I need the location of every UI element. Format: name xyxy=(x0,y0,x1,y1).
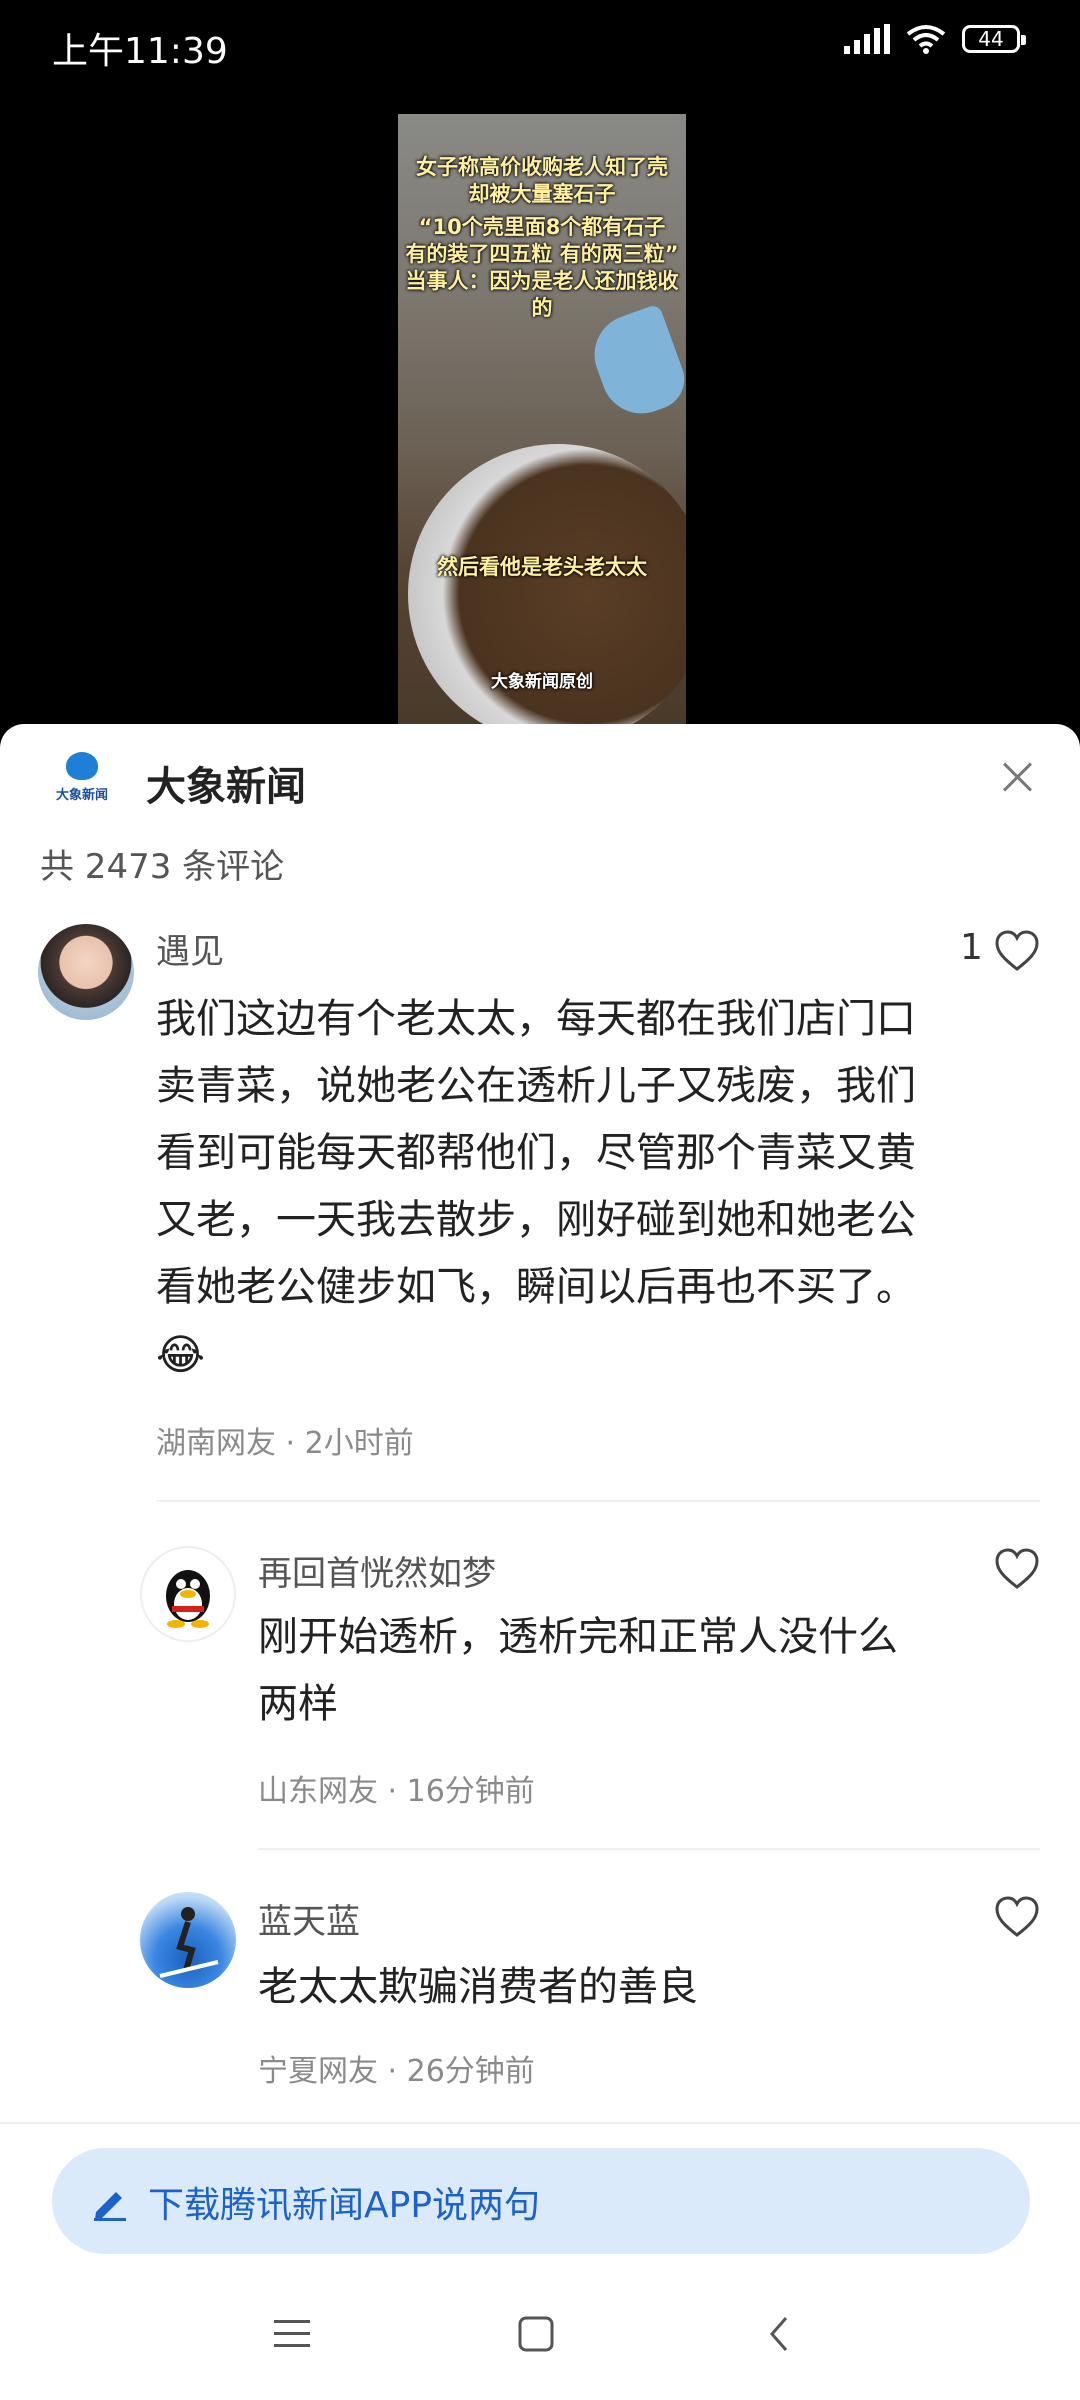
comment-line: 我们这边有个老太太，每天都在我们店门口 xyxy=(156,996,916,1042)
video-caption-line: 却被大量塞石子 xyxy=(468,182,616,206)
battery-level: 44 xyxy=(978,27,1004,51)
reply-text: 老太太欺骗消费者的善良 xyxy=(258,1954,698,2021)
cta-label: 下载腾讯新闻APP说两句 xyxy=(148,2185,541,2226)
comment-line: 卖青菜，说她老公在透析儿子又残废，我们 xyxy=(156,1063,916,1109)
comment-line: 两样 xyxy=(258,1681,338,1727)
comment-input-button[interactable]: 下载腾讯新闻APP说两句 xyxy=(52,2148,1030,2254)
reply-meta: 山东网友 · 16分钟前 xyxy=(258,1774,535,1809)
heart-icon[interactable] xyxy=(994,1896,1040,1938)
video-watermark: 大象新闻原创 xyxy=(491,672,593,692)
divider xyxy=(258,1848,1040,1850)
qq-penguin-icon xyxy=(166,1570,210,1628)
status-bar: 上午11:39 44 xyxy=(0,0,1080,95)
bottom-bar: 下载腾讯新闻APP说两句 xyxy=(0,2122,1080,2400)
pen-icon xyxy=(94,2192,126,2221)
close-icon[interactable] xyxy=(992,752,1042,802)
comment-line: 老太太欺骗消费者的善良 xyxy=(258,1964,698,2010)
comment-username[interactable]: 遇见 xyxy=(156,924,224,973)
video-caption-line: 有的装了四五粒 有的两三粒” xyxy=(405,242,679,266)
menu-icon[interactable] xyxy=(262,2304,322,2364)
video-subtitle: 然后看他是老头老太太 xyxy=(437,555,647,579)
signal-icon xyxy=(844,24,890,54)
heart-icon[interactable] xyxy=(994,930,1040,972)
video-caption-line: “10个壳里面8个都有石子 xyxy=(418,215,666,239)
comment-line: 又老，一天我去散步，刚好碰到她和她老公 xyxy=(156,1197,916,1243)
comment-meta: 湖南网友 · 2小时前 xyxy=(156,1426,414,1461)
battery-icon: 44 xyxy=(962,25,1026,53)
heart-icon[interactable] xyxy=(994,1548,1040,1590)
avatar[interactable] xyxy=(38,924,134,1020)
reply-username[interactable]: 蓝天蓝 xyxy=(258,1894,360,1943)
back-icon[interactable] xyxy=(750,2304,810,2364)
divider xyxy=(0,2122,1080,2124)
video-player[interactable]: 女子称高价收购老人知了壳 却被大量塞石子 “10个壳里面8个都有石子 有的装了四… xyxy=(398,114,686,724)
video-caption-line: 女子称高价收购老人知了壳 xyxy=(416,155,668,179)
avatar[interactable] xyxy=(140,1546,236,1642)
comment-line: 看她老公健步如飞，瞬间以后再也不买了。 xyxy=(156,1264,916,1310)
status-icons: 44 xyxy=(844,24,1026,54)
comment-count: 共 2473 条评论 xyxy=(40,847,285,887)
home-icon[interactable] xyxy=(506,2304,566,2364)
sheet-header: 大象新闻 大象新闻 xyxy=(0,724,1080,834)
like-count: 1 xyxy=(960,927,983,968)
paw-icon xyxy=(66,752,98,780)
divider xyxy=(156,1500,1040,1502)
comment-line: 看到可能每天都帮他们，尽管那个青菜又黄 xyxy=(156,1130,916,1176)
video-caption-line: 当事人：因为是老人还加钱收的 xyxy=(405,269,679,320)
wifi-icon xyxy=(906,25,946,54)
reply-meta: 宁夏网友 · 26分钟前 xyxy=(258,2054,535,2089)
system-nav-bar xyxy=(0,2292,1080,2392)
status-time: 上午11:39 xyxy=(52,31,228,72)
skier-figure-icon xyxy=(159,1907,219,1978)
comment-text: 我们这边有个老太太，每天都在我们店门口 卖青菜，说她老公在透析儿子又残废，我们 … xyxy=(156,986,916,1388)
avatar[interactable] xyxy=(140,1892,236,1988)
laughing-emoji: 😂 xyxy=(156,1330,206,1379)
reply-text: 刚开始透析，透析完和正常人没什么 两样 xyxy=(258,1604,898,1738)
source-logo: 大象新闻 xyxy=(52,748,112,808)
comment-line: 刚开始透析，透析完和正常人没什么 xyxy=(258,1614,898,1660)
source-name: 大象新闻 xyxy=(146,764,306,810)
reply-username[interactable]: 再回首恍然如梦 xyxy=(258,1546,496,1595)
